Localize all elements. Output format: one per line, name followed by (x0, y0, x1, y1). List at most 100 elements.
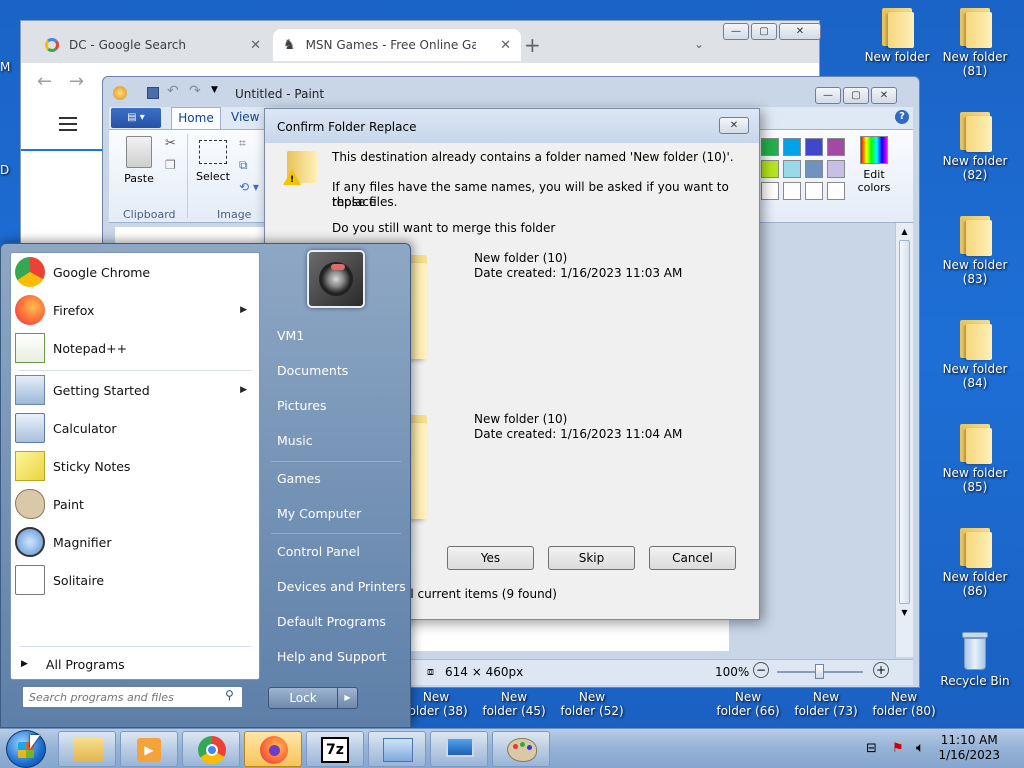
start-menu-link[interactable]: Music (277, 433, 313, 448)
desktop-folder-label[interactable]: New folder (52) (560, 690, 624, 718)
desktop-folder-label[interactable]: New folder (80) (872, 690, 936, 718)
vertical-scrollbar[interactable]: ▲ ▼ (895, 223, 913, 657)
paint-menu-button[interactable]: ▤ ▾ (111, 108, 161, 128)
lock-button[interactable]: Lock ▶ (268, 687, 358, 709)
start-menu-item[interactable]: Sticky Notes (11, 447, 259, 485)
tab-msn-games[interactable]: ♞ MSN Games - Free Online Games ✕ (273, 29, 521, 61)
back-arrow-icon[interactable]: ← (37, 71, 52, 92)
tray-action-center-icon[interactable]: ⚑ (892, 741, 904, 756)
tab-search-icon[interactable]: ⌄ (694, 37, 704, 51)
close-button[interactable]: ✕ (871, 87, 897, 104)
redo-icon[interactable]: ↷ (189, 83, 201, 99)
start-menu-link[interactable]: Help and Support (277, 649, 386, 664)
palette-swatch[interactable] (805, 138, 823, 156)
taskbar-control-panel[interactable] (368, 731, 426, 767)
palette-swatch[interactable] (761, 182, 779, 200)
quick-access-dropdown-icon[interactable]: ▼ (211, 85, 218, 95)
start-menu-link[interactable]: Documents (277, 363, 348, 378)
desktop-folder-label[interactable]: New folder (45) (482, 690, 546, 718)
start-menu-item[interactable]: Paint (11, 485, 259, 523)
desktop-folder[interactable]: New folder (86) (936, 528, 1014, 598)
palette-swatch[interactable] (805, 160, 823, 178)
taskbar-explorer[interactable] (58, 731, 116, 767)
edit-colors-button[interactable]: Edit colors (857, 136, 891, 194)
palette-swatch[interactable] (761, 160, 779, 178)
desktop-folder-label[interactable]: New folder (38) (404, 690, 468, 718)
start-menu-link[interactable]: Games (277, 471, 321, 486)
resize-icon[interactable]: ⧉ (239, 158, 248, 173)
tab-google-search[interactable]: DC - Google Search ✕ (35, 29, 271, 61)
start-menu-item[interactable]: Notepad++ (11, 329, 259, 367)
taskbar-media-player[interactable]: ▶ (120, 731, 178, 767)
apply-to-all-label[interactable]: ll current items (9 found) (407, 587, 557, 602)
start-menu-item[interactable]: Calculator (11, 409, 259, 447)
start-menu-link[interactable]: Default Programs (277, 614, 386, 629)
desktop-folder-label[interactable]: New folder (73) (794, 690, 858, 718)
copy-icon[interactable]: ❐ (165, 158, 176, 172)
taskbar-remote-desktop[interactable] (430, 731, 488, 767)
maximize-button[interactable]: ▢ (843, 87, 869, 104)
scrollbar-thumb[interactable] (899, 240, 910, 604)
minimize-button[interactable]: — (723, 23, 749, 40)
start-button[interactable] (6, 730, 46, 768)
start-menu-item[interactable]: Magnifier (11, 523, 259, 561)
select-button[interactable]: Select (195, 140, 231, 183)
start-menu-item[interactable]: Getting Started ▶ (11, 371, 259, 409)
close-tab-icon[interactable]: ✕ (500, 38, 511, 53)
cut-icon[interactable]: ✂ (165, 136, 176, 151)
start-menu-link[interactable]: VM1 (277, 328, 304, 343)
cancel-button[interactable]: Cancel (649, 546, 736, 570)
tray-volume-icon[interactable]: 🔈︎ (916, 740, 924, 756)
taskbar-paint[interactable] (492, 731, 550, 767)
tray-network-icon[interactable]: ⊟ (866, 741, 877, 756)
desktop-folder[interactable]: New folder (83) (936, 216, 1014, 286)
start-menu-item[interactable]: Firefox ▶ (11, 291, 259, 329)
zoom-out-icon[interactable]: − (753, 662, 769, 678)
save-icon[interactable] (147, 87, 159, 99)
palette-swatch[interactable] (827, 138, 845, 156)
desktop-folder[interactable]: New folder (858, 8, 936, 64)
zoom-in-icon[interactable]: + (873, 662, 889, 678)
desktop-folder[interactable]: New folder (85) (936, 424, 1014, 494)
start-menu-link[interactable]: Pictures (277, 398, 327, 413)
recycle-bin[interactable]: Recycle Bin (936, 632, 1014, 688)
hamburger-menu-icon[interactable] (59, 117, 77, 131)
desktop-folder[interactable]: New folder (84) (936, 320, 1014, 390)
undo-icon[interactable]: ↶ (167, 83, 179, 99)
start-menu-link[interactable]: Devices and Printers (277, 579, 406, 594)
palette-swatch[interactable] (783, 160, 801, 178)
zoom-slider-thumb[interactable] (815, 664, 824, 679)
tab-home[interactable]: Home (171, 107, 221, 129)
yes-button[interactable]: Yes (447, 546, 534, 570)
search-input[interactable] (22, 686, 243, 708)
forward-arrow-icon[interactable]: → (69, 71, 84, 92)
palette-swatch[interactable] (805, 182, 823, 200)
start-menu-link[interactable]: My Computer (277, 506, 361, 521)
palette-swatch[interactable] (761, 138, 779, 156)
crop-icon[interactable]: ⌗ (239, 136, 246, 151)
taskbar-7zip[interactable]: 7z (306, 731, 364, 767)
all-programs-button[interactable]: ▶ All Programs (11, 649, 259, 679)
desktop-folder[interactable]: New folder (81) (936, 8, 1014, 78)
tab-view[interactable]: View (231, 110, 259, 124)
start-menu-item[interactable]: Google Chrome (11, 253, 259, 291)
close-tab-icon[interactable]: ✕ (250, 38, 261, 53)
maximize-button[interactable]: ▢ (751, 23, 777, 40)
desktop-folder[interactable]: New folder (82) (936, 112, 1014, 182)
taskbar-firefox[interactable] (244, 731, 302, 767)
lock-options-arrow-icon[interactable]: ▶ (337, 688, 357, 708)
rotate-icon[interactable]: ⟲ ▾ (239, 180, 259, 194)
palette-swatch[interactable] (783, 182, 801, 200)
palette-swatch[interactable] (827, 160, 845, 178)
dialog-close-button[interactable]: ✕ (719, 117, 749, 134)
new-tab-button[interactable]: + (524, 33, 541, 57)
desktop-folder-label[interactable]: New folder (66) (716, 690, 780, 718)
minimize-button[interactable]: — (815, 87, 841, 104)
start-menu-item[interactable]: Solitaire (11, 561, 259, 599)
paste-button[interactable]: Paste (119, 136, 159, 185)
clock[interactable]: 11:10 AM 1/16/2023 (938, 733, 1000, 763)
palette-swatch[interactable] (827, 182, 845, 200)
close-button[interactable]: ✕ (779, 23, 821, 40)
search-icon[interactable]: ⚲ (225, 688, 234, 702)
palette-swatch[interactable] (783, 138, 801, 156)
